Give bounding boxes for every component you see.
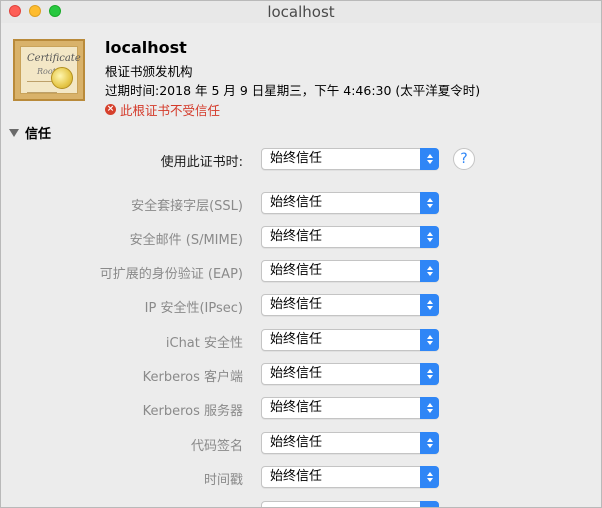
window-controls — [9, 5, 61, 17]
trust-policy-select[interactable]: 始终信任 — [261, 397, 439, 419]
trust-policy-select[interactable]: 始终信任 — [261, 260, 439, 282]
select-value: 始终信任 — [270, 469, 323, 484]
trust-policy-select[interactable]: 始终信任 — [261, 466, 439, 488]
chevron-down-icon — [426, 238, 433, 242]
trust-row-label: 代码签名 — [190, 439, 243, 454]
trust-row: 时间戳 始终信任 — [1, 466, 601, 490]
certificate-issuer: 根证书颁发机构 — [105, 64, 193, 79]
select-value: 始终信任 — [270, 151, 323, 166]
chevron-updown-icon[interactable] — [420, 192, 439, 214]
trust-policy-select[interactable]: 始终信任 — [261, 329, 439, 351]
chevron-up-icon — [426, 335, 433, 339]
chevron-down-icon — [426, 272, 433, 276]
trust-row-label: iChat 安全性 — [165, 336, 243, 351]
select-value: 始终信任 — [270, 263, 323, 278]
trust-policy-select[interactable]: 始终信任 — [261, 294, 439, 316]
certificate-window: localhost Certificate Root localhost 根证书… — [0, 0, 602, 508]
trust-row: IP 安全性(IPsec) 始终信任 — [1, 294, 601, 318]
chevron-updown-icon[interactable] — [420, 501, 439, 507]
chevron-up-icon — [426, 232, 433, 236]
select-value: 始终信任 — [270, 366, 323, 381]
chevron-updown-icon[interactable] — [420, 226, 439, 248]
zoom-window-button[interactable] — [49, 5, 61, 17]
trust-row-partial — [1, 501, 601, 507]
chevron-updown-icon[interactable] — [420, 148, 439, 170]
chevron-down-icon — [426, 341, 433, 345]
trust-policy-select[interactable]: 始终信任 — [261, 432, 439, 454]
certificate-name: localhost — [105, 38, 187, 57]
trust-row: 安全套接字层(SSL) 始终信任 — [1, 192, 601, 216]
trust-policy-select[interactable] — [261, 501, 439, 507]
close-window-button[interactable] — [9, 5, 21, 17]
chevron-down-icon — [426, 204, 433, 208]
trust-row-label: Kerberos 客户端 — [142, 370, 243, 385]
trust-row-label: IP 安全性(IPsec) — [144, 301, 243, 316]
chevron-up-icon — [426, 438, 433, 442]
certificate-icon: Certificate Root — [13, 39, 85, 101]
chevron-up-icon — [426, 198, 433, 202]
trust-row: 可扩展的身份验证 (EAP) 始终信任 — [1, 260, 601, 284]
certificate-expiry: 过期时间:2018 年 5 月 9 日星期三，下午 4:46:30 (太平洋夏令… — [105, 83, 481, 98]
chevron-down-icon — [426, 306, 433, 310]
chevron-down-icon — [426, 160, 433, 164]
trust-row-label: 可扩展的身份验证 (EAP) — [99, 267, 243, 282]
chevron-updown-icon[interactable] — [420, 329, 439, 351]
chevron-up-icon — [426, 472, 433, 476]
trust-row: 代码签名 始终信任 — [1, 432, 601, 456]
disclosure-triangle-icon[interactable] — [9, 128, 19, 137]
trust-row-label: Kerberos 服务器 — [142, 404, 243, 419]
title-bar: localhost — [1, 1, 601, 23]
chevron-updown-icon[interactable] — [420, 466, 439, 488]
trust-section-label: 信任 — [25, 127, 52, 142]
chevron-up-icon — [426, 154, 433, 158]
chevron-updown-icon[interactable] — [420, 397, 439, 419]
chevron-updown-icon[interactable] — [420, 432, 439, 454]
chevron-up-icon — [426, 300, 433, 304]
chevron-updown-icon[interactable] — [420, 294, 439, 316]
select-value: 始终信任 — [270, 229, 323, 244]
trust-warning: × 此根证书不受信任 — [105, 100, 220, 119]
trust-row: 安全邮件 (S/MIME) 始终信任 — [1, 226, 601, 250]
chevron-up-icon — [426, 266, 433, 270]
select-value: 始终信任 — [270, 332, 323, 347]
chevron-updown-icon[interactable] — [420, 363, 439, 385]
chevron-down-icon — [426, 409, 433, 413]
trust-row: Kerberos 客户端 始终信任 — [1, 363, 601, 387]
seal-icon — [51, 67, 73, 89]
trust-row-label: 使用此证书时: — [160, 155, 243, 170]
trust-policy-select[interactable]: 始终信任 — [261, 192, 439, 214]
chevron-updown-icon[interactable] — [420, 260, 439, 282]
certificate-icon-label: Certificate — [27, 53, 81, 64]
select-value: 始终信任 — [270, 435, 323, 450]
help-button[interactable]: ? — [453, 148, 475, 170]
select-value: 始终信任 — [270, 297, 323, 312]
window-title: localhost — [267, 3, 335, 21]
select-value: 始终信任 — [270, 400, 323, 415]
chevron-down-icon — [426, 478, 433, 482]
trust-warning-text: 此根证书不受信任 — [120, 103, 221, 118]
trust-row-label: 时间戳 — [203, 473, 243, 488]
chevron-down-icon — [426, 444, 433, 448]
trust-row: iChat 安全性 始终信任 — [1, 329, 601, 353]
select-value: 始终信任 — [270, 195, 323, 210]
chevron-up-icon — [426, 369, 433, 373]
chevron-up-icon — [426, 403, 433, 407]
x-circle-icon: × — [105, 104, 116, 115]
trust-policy-select[interactable]: 始终信任 — [261, 363, 439, 385]
trust-row-label: 安全邮件 (S/MIME) — [129, 233, 243, 248]
trust-row-label: 安全套接字层(SSL) — [131, 199, 243, 214]
minimize-window-button[interactable] — [29, 5, 41, 17]
trust-policy-select[interactable]: 始终信任 — [261, 226, 439, 248]
chevron-down-icon — [426, 375, 433, 379]
trust-row-default: 使用此证书时: 始终信任 — [1, 148, 601, 172]
trust-row: Kerberos 服务器 始终信任 — [1, 397, 601, 421]
default-trust-select[interactable]: 始终信任 — [261, 148, 439, 170]
trust-section-toggle[interactable]: 信任 — [9, 123, 51, 142]
